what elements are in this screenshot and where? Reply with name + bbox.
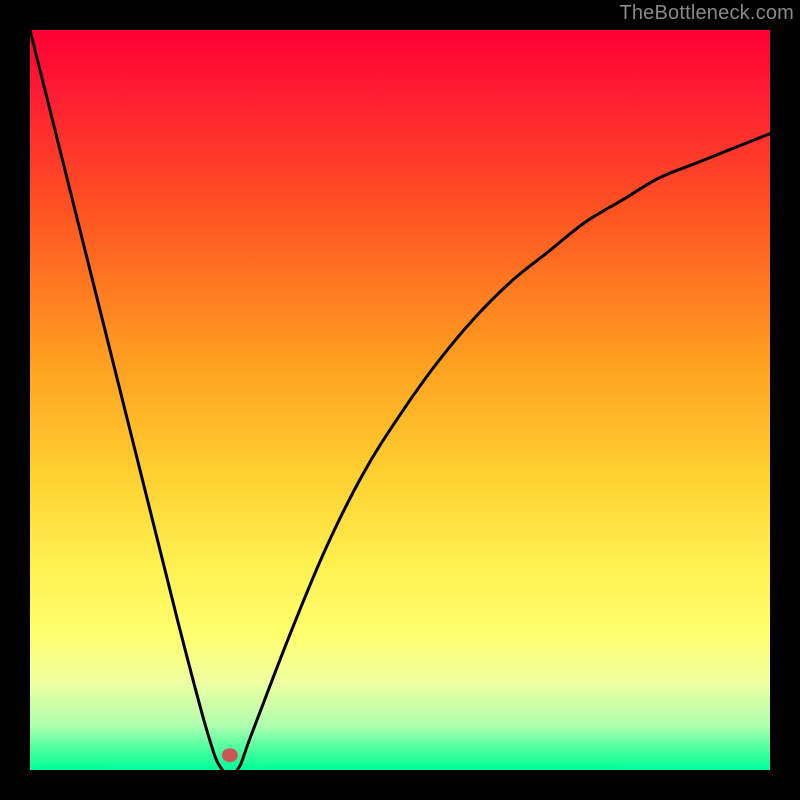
gradient-background — [30, 30, 770, 770]
optimal-point-marker — [222, 748, 238, 762]
plot-area — [30, 30, 770, 770]
chart-svg — [30, 30, 770, 770]
chart-container: TheBottleneck.com — [0, 0, 800, 800]
watermark-text: TheBottleneck.com — [619, 2, 794, 25]
